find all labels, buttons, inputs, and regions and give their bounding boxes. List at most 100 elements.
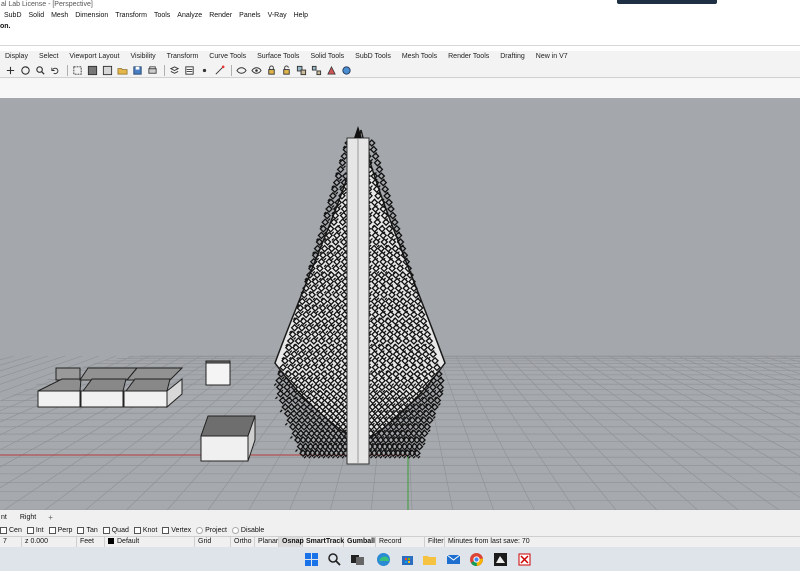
menu-mesh[interactable]: Mesh	[51, 9, 68, 22]
toolbar-separator	[67, 64, 68, 76]
osnap-tan[interactable]: Tan	[77, 526, 98, 534]
menu-tools[interactable]: Tools	[154, 9, 170, 22]
tab-render-tools[interactable]: Render Tools	[448, 51, 489, 63]
checkbox[interactable]	[133, 526, 141, 534]
tab-curve-tools[interactable]: Curve Tools	[209, 51, 246, 63]
grid-snap-toggle[interactable]: Grid Snap	[195, 537, 231, 555]
menu-analyze[interactable]: Analyze	[177, 9, 202, 22]
checkbox[interactable]	[162, 526, 170, 534]
filter-toggle[interactable]: Filter	[425, 537, 445, 547]
tab-mesh-tools[interactable]: Mesh Tools	[402, 51, 437, 63]
osnap-label: Int	[35, 526, 44, 534]
checkbox[interactable]	[26, 526, 34, 534]
group-icon[interactable]	[295, 64, 307, 76]
coordinate-x: 7	[0, 537, 22, 547]
planar-toggle[interactable]: Planar	[255, 537, 279, 547]
hide-icon[interactable]	[235, 64, 247, 76]
block-top	[37, 378, 82, 392]
viewport-canvas[interactable]	[0, 98, 800, 510]
tab-drafting[interactable]: Drafting	[500, 51, 525, 63]
tab-transform[interactable]: Transform	[167, 51, 199, 63]
chrome-icon[interactable]	[468, 551, 484, 567]
osnap-toggle[interactable]: Osnap	[279, 537, 304, 547]
show-icon[interactable]	[250, 64, 262, 76]
menu-render[interactable]: Render	[209, 9, 232, 22]
rotate-view-icon[interactable]	[19, 64, 31, 76]
toolbar-strip	[0, 78, 800, 98]
tab-subd-tools[interactable]: SubD Tools	[355, 51, 391, 63]
radio-icon[interactable]	[231, 526, 239, 534]
undo-view-icon[interactable]	[49, 64, 61, 76]
rendered-view-icon[interactable]	[101, 64, 113, 76]
shaded-view-icon[interactable]	[86, 64, 98, 76]
tools-icon[interactable]	[325, 64, 337, 76]
radio-icon[interactable]	[196, 526, 204, 534]
osnap-disable[interactable]: Disable	[231, 526, 264, 534]
osnap-vertex[interactable]: Vertex	[162, 526, 191, 534]
menu-subd[interactable]: SubD	[4, 9, 22, 22]
point-icon[interactable]	[198, 64, 210, 76]
properties-icon[interactable]	[183, 64, 195, 76]
osnap-cen[interactable]: Cen	[0, 526, 22, 534]
block-face	[123, 390, 168, 408]
menu-v-ray[interactable]: V-Ray	[268, 9, 287, 22]
rhino-icon[interactable]	[492, 551, 508, 567]
menu-help[interactable]: Help	[294, 9, 308, 22]
tab-select[interactable]: Select	[39, 51, 58, 63]
smarttrack-toggle[interactable]: SmartTrack	[303, 537, 344, 547]
checkbox[interactable]	[48, 526, 56, 534]
print-icon[interactable]	[146, 64, 158, 76]
record-history-toggle[interactable]: Record History	[376, 537, 425, 555]
edge-icon[interactable]	[375, 551, 391, 567]
lock-icon[interactable]	[265, 64, 277, 76]
ortho-toggle[interactable]: Ortho	[231, 537, 255, 547]
gumball-toggle[interactable]: Gumball	[344, 537, 376, 547]
menu-dimension[interactable]: Dimension	[75, 9, 108, 22]
osnap-project[interactable]: Project	[196, 526, 227, 534]
tab-solid-tools[interactable]: Solid Tools	[310, 51, 344, 63]
perspective-viewport[interactable]	[0, 98, 800, 510]
file-explorer-icon[interactable]	[421, 551, 437, 567]
task-view-icon[interactable]	[349, 551, 365, 567]
menu-transform[interactable]: Transform	[115, 9, 147, 22]
tab-right[interactable]: Right	[20, 514, 36, 521]
layer-selector[interactable]: Default	[105, 537, 195, 547]
snap-icon[interactable]	[213, 64, 225, 76]
tab-display[interactable]: Display	[5, 51, 28, 63]
ungroup-icon[interactable]	[310, 64, 322, 76]
menu-panels[interactable]: Panels	[239, 9, 260, 22]
search-icon[interactable]	[326, 551, 342, 567]
add-viewport-button[interactable]: +	[48, 513, 53, 522]
checkbox[interactable]	[77, 526, 85, 534]
store-icon[interactable]	[399, 551, 415, 567]
windows-start-icon[interactable]	[303, 551, 319, 567]
osnap-label: Project	[205, 526, 227, 534]
checkbox[interactable]	[102, 526, 110, 534]
tab-visibility[interactable]: Visibility	[131, 51, 156, 63]
zoom-window-icon[interactable]	[71, 64, 83, 76]
title-bar: al Lab License - [Perspective]	[0, 0, 800, 9]
tab-new-in-v7[interactable]: New in V7	[536, 51, 568, 63]
osnap-knot[interactable]: Knot	[133, 526, 157, 534]
tab-viewport-layout[interactable]: Viewport Layout	[69, 51, 119, 63]
osnap-int[interactable]: Int	[26, 526, 44, 534]
unlock-icon[interactable]	[280, 64, 292, 76]
large-cube	[200, 415, 256, 462]
osnap-label: Perp	[57, 526, 73, 534]
mail-icon[interactable]	[445, 551, 461, 567]
tab-surface-tools[interactable]: Surface Tools	[257, 51, 299, 63]
render-icon[interactable]	[340, 64, 352, 76]
menu-solid[interactable]: Solid	[29, 9, 45, 22]
osnap-perp[interactable]: Perp	[48, 526, 73, 534]
checkbox[interactable]	[0, 526, 7, 534]
save-icon[interactable]	[131, 64, 143, 76]
zoom-icon[interactable]	[34, 64, 46, 76]
open-icon[interactable]	[116, 64, 128, 76]
tab-front[interactable]: nt	[1, 514, 7, 521]
layer-icon[interactable]	[168, 64, 180, 76]
pan-icon[interactable]	[4, 64, 16, 76]
command-area[interactable]: on.	[0, 22, 800, 46]
osnap-quad[interactable]: Quad	[102, 526, 129, 534]
snipping-tool-icon[interactable]	[516, 551, 532, 567]
overlay-widget[interactable]	[617, 0, 717, 4]
